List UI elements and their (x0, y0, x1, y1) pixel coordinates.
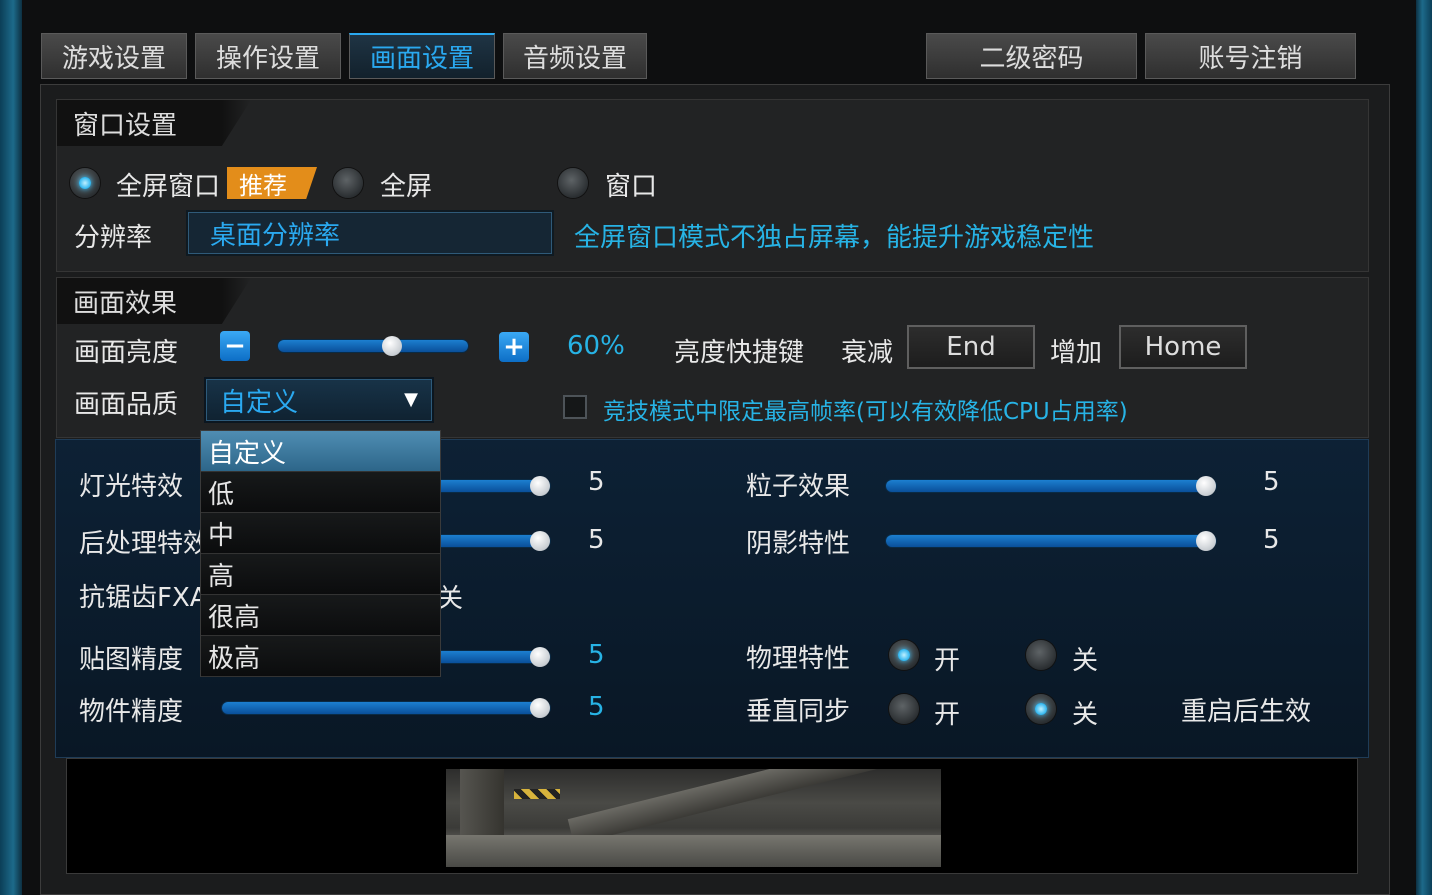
quality-option-medium[interactable]: 中 (201, 513, 440, 554)
mode-fullscreen-window-radio[interactable] (70, 168, 100, 198)
preview-image (446, 769, 941, 867)
quality-option-ultra[interactable]: 极高 (201, 636, 440, 677)
particle-value: 5 (1263, 467, 1280, 497)
vsync-off-label[interactable]: 关 (1072, 694, 1098, 731)
resolution-label: 分辨率 (74, 223, 153, 253)
mode-fullscreen-window-label[interactable]: 全屏窗口 (116, 166, 220, 203)
left-frame-border (0, 0, 22, 895)
brightness-hotkey-label: 亮度快捷键 (674, 338, 805, 368)
shadow-value: 5 (1263, 525, 1280, 555)
fps-limit-label[interactable]: 竞技模式中限定最高帧率(可以有效降低CPU占用率) (603, 392, 1128, 426)
quality-option-very-high[interactable]: 很高 (201, 595, 440, 636)
lighting-value: 5 (588, 467, 605, 497)
brightness-decrease-key-label: 衰减 (841, 338, 894, 368)
physics-on-label[interactable]: 开 (934, 640, 960, 677)
right-frame-border (1416, 0, 1432, 895)
fps-limit-checkbox[interactable] (563, 395, 587, 419)
mode-fullscreen-label[interactable]: 全屏 (380, 166, 432, 203)
quality-option-low[interactable]: 低 (201, 472, 440, 513)
mode-fullscreen-radio[interactable] (333, 168, 363, 198)
postfx-label: 后处理特效 (79, 529, 210, 559)
fullscreen-window-hint: 全屏窗口模式不独占屏幕，能提升游戏稳定性 (574, 223, 1095, 253)
shadow-slider-handle[interactable] (1196, 531, 1216, 551)
quality-label: 画面品质 (74, 390, 179, 420)
restart-required-note: 重启后生效 (1181, 697, 1312, 727)
quality-option-high[interactable]: 高 (201, 554, 440, 595)
logout-account-button[interactable]: 账号注销 (1145, 33, 1356, 79)
chevron-down-icon: ▼ (404, 389, 418, 410)
texture-label: 贴图精度 (79, 645, 184, 675)
vsync-on-radio[interactable] (889, 694, 919, 724)
mode-window-radio[interactable] (558, 168, 588, 198)
resolution-select[interactable]: 桌面分辨率 (186, 210, 554, 256)
particle-slider[interactable] (886, 476, 1216, 496)
vsync-off-radio[interactable] (1026, 694, 1056, 724)
object-detail-label: 物件精度 (79, 697, 184, 727)
tab-game-settings[interactable]: 游戏设置 (41, 33, 187, 79)
brightness-decrease-key[interactable]: End (907, 325, 1035, 369)
quality-dropdown-menu: 自定义 低 中 高 很高 极高 (200, 430, 441, 677)
secondary-password-button[interactable]: 二级密码 (926, 33, 1137, 79)
brightness-increase-key[interactable]: Home (1119, 325, 1247, 369)
brightness-label: 画面亮度 (74, 338, 179, 368)
physics-label: 物理特性 (746, 644, 851, 674)
physics-off-label[interactable]: 关 (1072, 640, 1098, 677)
shadow-label: 阴影特性 (746, 529, 851, 559)
recommend-badge: 推荐 (227, 167, 317, 199)
quality-option-custom[interactable]: 自定义 (201, 431, 440, 472)
brightness-increase-button[interactable]: + (499, 332, 529, 362)
postfx-value: 5 (588, 525, 605, 555)
display-effects-title: 画面效果 (57, 278, 251, 324)
postfx-slider-handle[interactable] (530, 531, 550, 551)
physics-off-radio[interactable] (1026, 640, 1056, 670)
tab-audio-settings[interactable]: 音频设置 (503, 33, 647, 79)
tab-control-settings[interactable]: 操作设置 (195, 33, 341, 79)
lighting-slider-handle[interactable] (530, 476, 550, 496)
texture-slider-handle[interactable] (530, 647, 550, 667)
object-detail-slider-handle[interactable] (530, 698, 550, 718)
vsync-label: 垂直同步 (746, 697, 851, 727)
brightness-increase-key-label: 增加 (1050, 338, 1103, 368)
brightness-slider[interactable] (278, 336, 468, 356)
brightness-slider-handle[interactable] (382, 336, 402, 356)
texture-value: 5 (588, 640, 605, 670)
physics-on-radio[interactable] (889, 640, 919, 670)
brightness-value: 60% (567, 331, 625, 361)
window-settings-title: 窗口设置 (57, 100, 251, 146)
tab-display-settings[interactable]: 画面设置 (349, 33, 495, 79)
quality-select[interactable]: 自定义 ▼ (204, 377, 434, 423)
shadow-slider[interactable] (886, 531, 1216, 551)
vsync-on-label[interactable]: 开 (934, 694, 960, 731)
lighting-label: 灯光特效 (79, 472, 184, 502)
object-detail-value: 5 (588, 692, 605, 722)
particle-label: 粒子效果 (746, 472, 851, 502)
brightness-decrease-button[interactable]: − (220, 331, 250, 361)
mode-window-label[interactable]: 窗口 (605, 166, 657, 203)
particle-slider-handle[interactable] (1196, 476, 1216, 496)
quality-select-value: 自定义 (220, 387, 299, 418)
object-detail-slider[interactable] (222, 698, 550, 718)
